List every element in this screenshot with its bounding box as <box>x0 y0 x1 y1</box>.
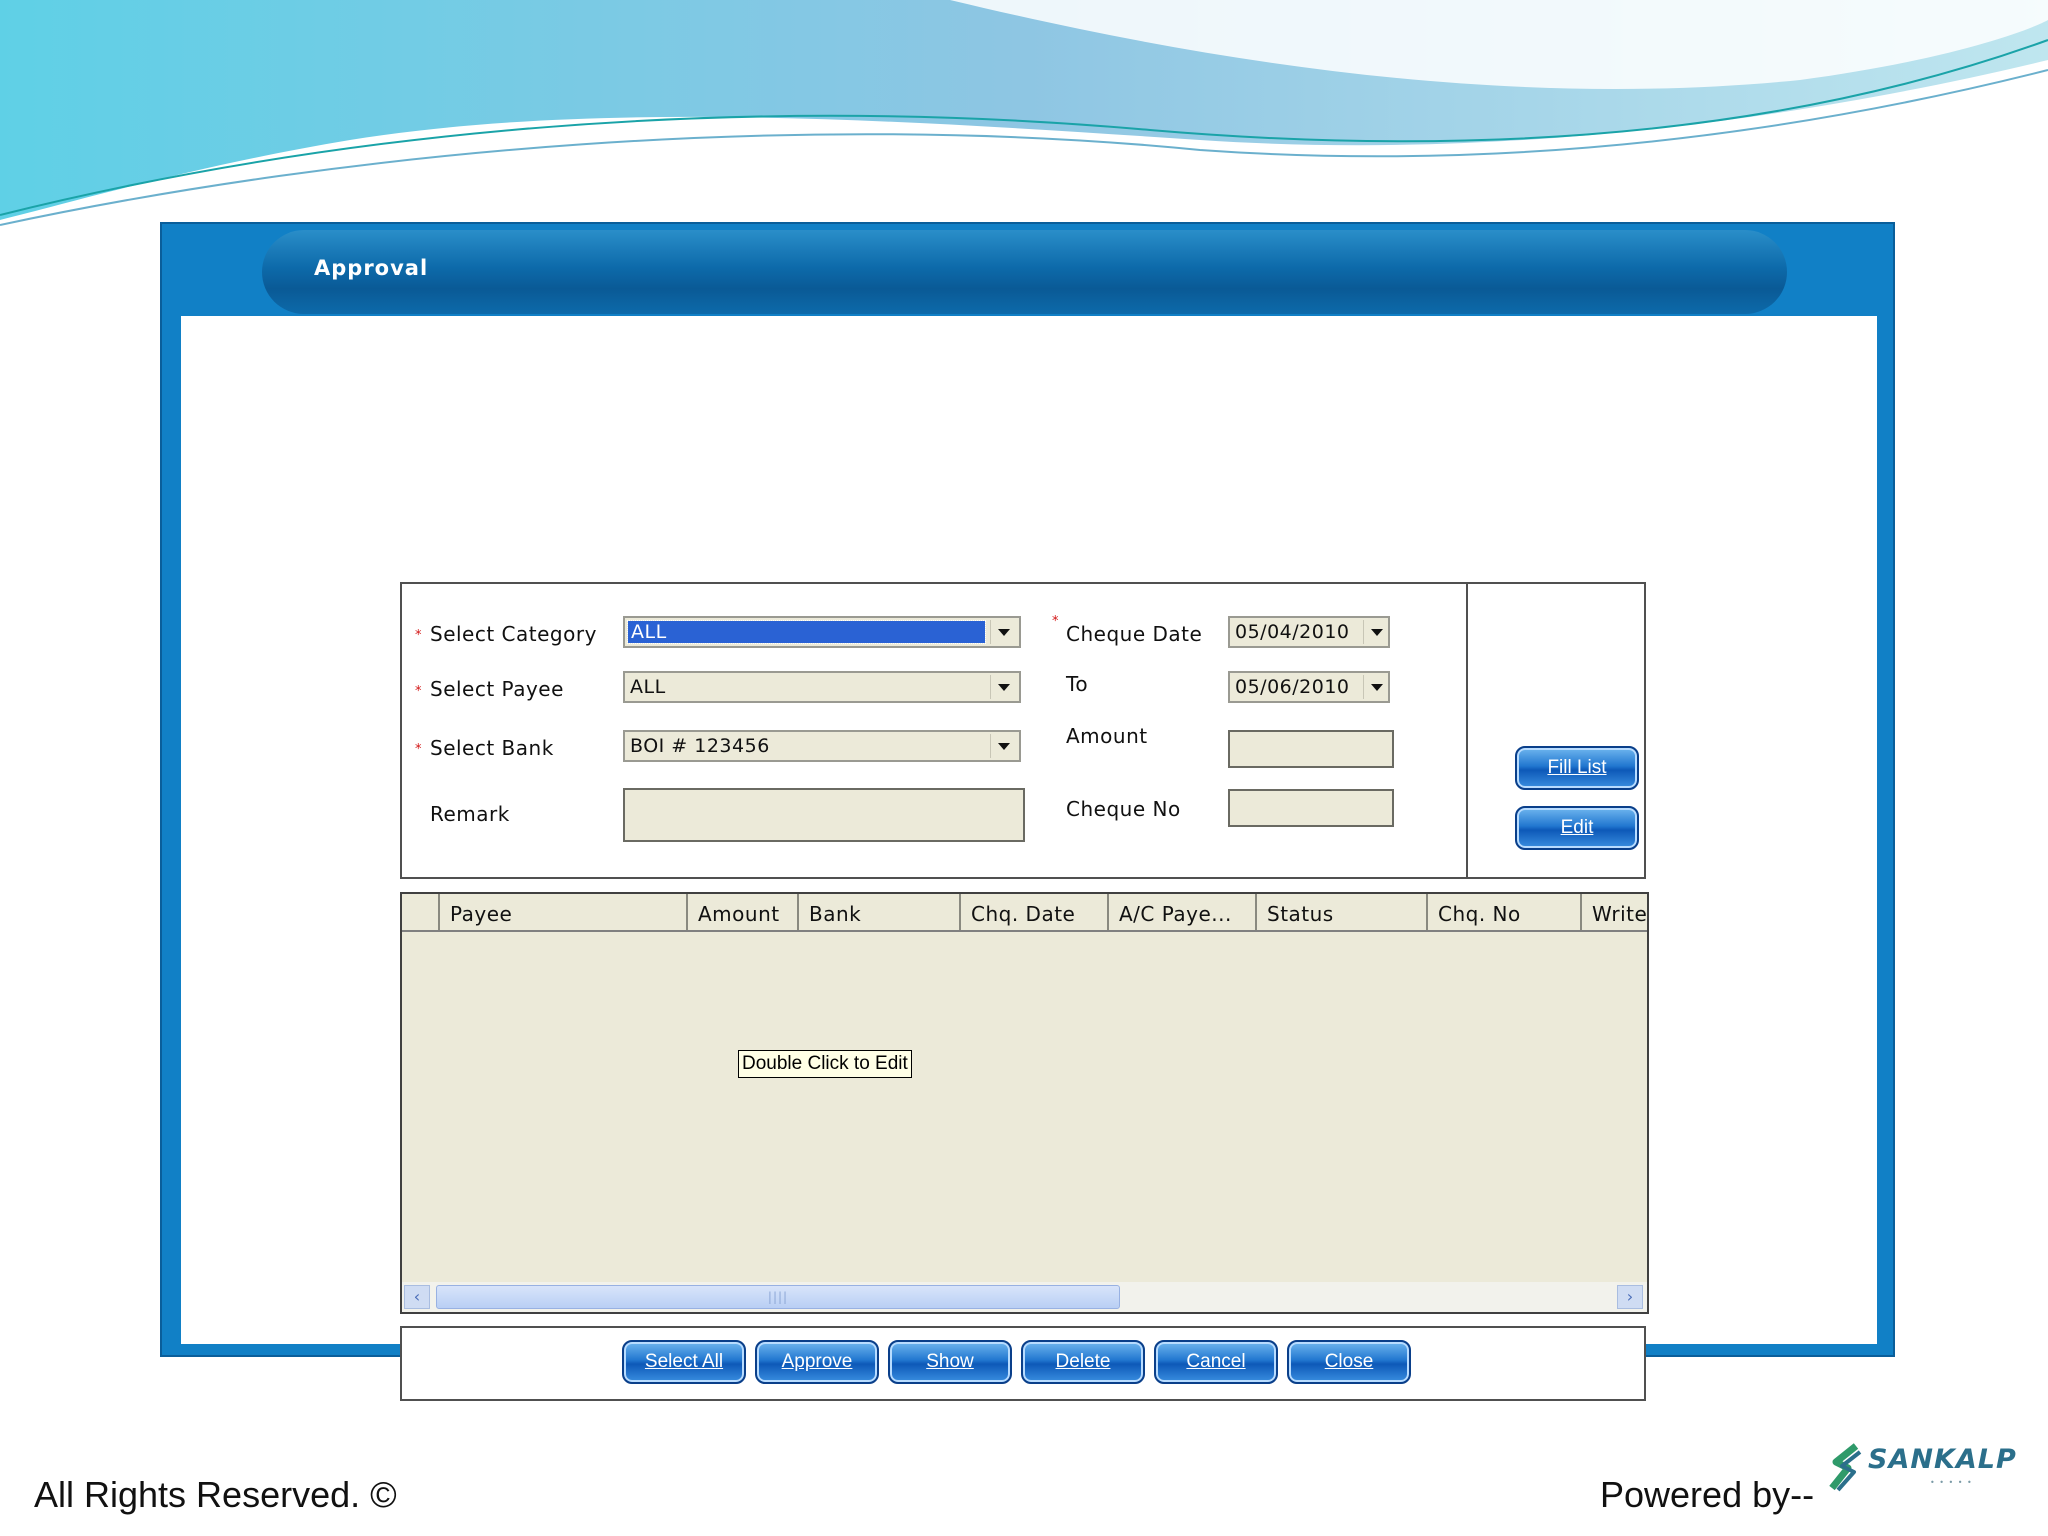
payee-dropdown[interactable]: ALL <box>623 671 1021 703</box>
close-button[interactable]: Close <box>1287 1340 1411 1384</box>
cheque-date-to-picker[interactable]: 05/06/2010 <box>1228 671 1390 703</box>
approve-button[interactable]: Approve <box>755 1340 879 1384</box>
select-payee-label: Select Payee <box>430 677 564 701</box>
chevron-down-icon[interactable] <box>990 675 1017 699</box>
scroll-left-icon[interactable]: ‹ <box>404 1285 430 1309</box>
grid-column-header[interactable]: Bank <box>799 894 961 930</box>
category-dropdown[interactable]: ALL <box>623 616 1021 648</box>
horizontal-scrollbar[interactable]: ‹ |||| › <box>402 1282 1647 1312</box>
select-all-button[interactable]: Select All <box>622 1340 746 1384</box>
chevron-down-icon[interactable] <box>1363 675 1386 699</box>
double-click-tooltip: Double Click to Edit <box>738 1050 912 1078</box>
header-wave-decoration <box>0 0 2048 226</box>
logo-mark-icon <box>1829 1443 1862 1492</box>
sankalp-logo: SANKALP • • • • • <box>1826 1438 2016 1500</box>
panel-divider <box>1466 584 1468 877</box>
remark-input[interactable] <box>623 788 1025 842</box>
cheque-no-label: Cheque No <box>1066 797 1181 821</box>
window-titlebar: Approval <box>262 230 1787 314</box>
logo-tagline: • • • • • <box>1930 1478 1973 1487</box>
cheque-grid[interactable]: Payee Amount Bank Chq. Date A/C Paye... … <box>400 892 1649 1314</box>
to-label: To <box>1066 672 1089 696</box>
grid-column-header[interactable]: Amount <box>688 894 799 930</box>
amount-label: Amount <box>1066 724 1148 748</box>
bank-dropdown[interactable]: BOI # 123456 <box>623 730 1021 762</box>
grid-column-header[interactable]: Write <box>1582 894 1647 930</box>
grid-header: Payee Amount Bank Chq. Date A/C Paye... … <box>402 894 1647 932</box>
required-marker: * <box>1052 614 1059 629</box>
cheque-date-label: Cheque Date <box>1066 622 1203 646</box>
action-button-bar: Select All Approve Show Delete Cancel Cl… <box>400 1326 1646 1401</box>
edit-button[interactable]: Edit <box>1515 806 1639 850</box>
window-title: Approval <box>314 256 429 280</box>
remark-label: Remark <box>430 802 510 826</box>
copyright-text: All Rights Reserved. © <box>34 1474 397 1515</box>
window-content: * Select Category ALL * Select Payee ALL… <box>181 316 1877 1401</box>
approval-window: Approval * Select Category ALL * Select … <box>160 222 1895 1401</box>
cancel-button[interactable]: Cancel <box>1154 1340 1278 1384</box>
amount-input[interactable] <box>1228 730 1394 768</box>
powered-by-text: Powered by-- <box>1600 1474 1815 1515</box>
chevron-down-icon[interactable] <box>1363 620 1386 644</box>
chevron-down-icon[interactable] <box>990 734 1017 758</box>
category-value: ALL <box>627 620 986 644</box>
grid-column-header[interactable]: Status <box>1257 894 1428 930</box>
select-bank-label: Select Bank <box>430 736 554 760</box>
grid-column-header[interactable] <box>402 894 440 930</box>
cheque-no-input[interactable] <box>1228 789 1394 827</box>
show-button[interactable]: Show <box>888 1340 1012 1384</box>
required-marker: * <box>415 742 422 757</box>
select-category-label: Select Category <box>430 622 597 646</box>
grid-column-header[interactable]: Chq. Date <box>961 894 1109 930</box>
scroll-right-icon[interactable]: › <box>1617 1285 1643 1309</box>
cheque-date-from-value: 05/04/2010 <box>1235 621 1350 643</box>
fill-list-button[interactable]: Fill List <box>1515 746 1639 790</box>
required-marker: * <box>415 684 422 699</box>
payee-value: ALL <box>630 676 666 698</box>
grid-column-header[interactable]: A/C Paye... <box>1109 894 1257 930</box>
cheque-date-from-picker[interactable]: 05/04/2010 <box>1228 616 1390 648</box>
filter-panel: * Select Category ALL * Select Payee ALL… <box>400 582 1646 879</box>
cheque-date-to-value: 05/06/2010 <box>1235 676 1350 698</box>
grid-column-header[interactable]: Chq. No <box>1428 894 1582 930</box>
chevron-down-icon[interactable] <box>990 620 1017 644</box>
required-marker: * <box>415 628 422 643</box>
logo-text: SANKALP <box>1868 1444 2017 1475</box>
scrollbar-thumb[interactable]: |||| <box>436 1285 1120 1309</box>
grid-column-header[interactable]: Payee <box>440 894 688 930</box>
bank-value: BOI # 123456 <box>630 735 770 757</box>
delete-button[interactable]: Delete <box>1021 1340 1145 1384</box>
